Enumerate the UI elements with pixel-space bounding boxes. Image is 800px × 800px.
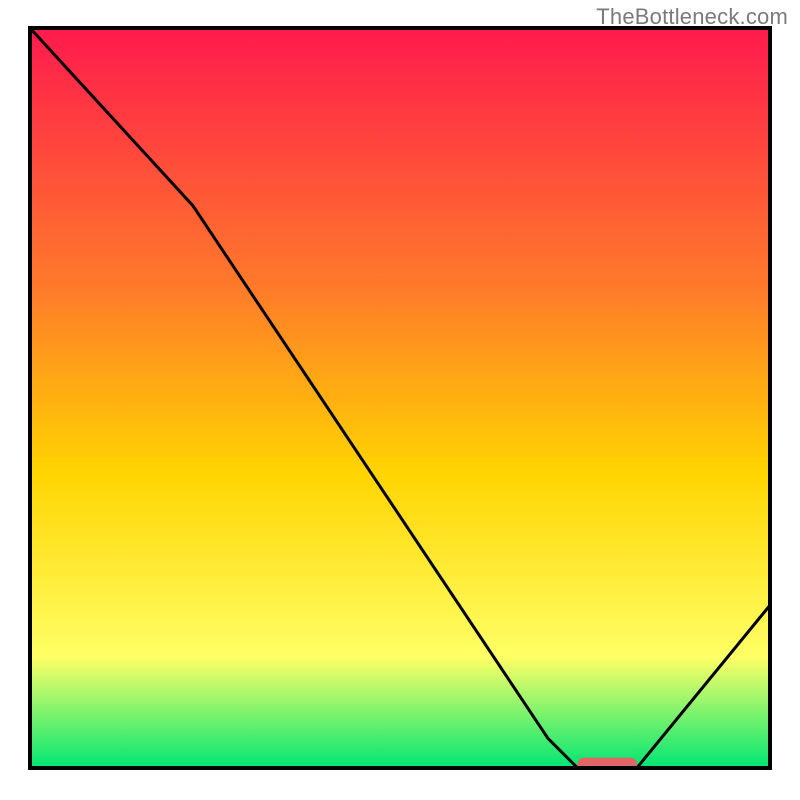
heat-gradient-background [30,28,770,768]
chart-svg [0,0,800,800]
chart-container: TheBottleneck.com [0,0,800,800]
watermark-text: TheBottleneck.com [596,4,788,30]
